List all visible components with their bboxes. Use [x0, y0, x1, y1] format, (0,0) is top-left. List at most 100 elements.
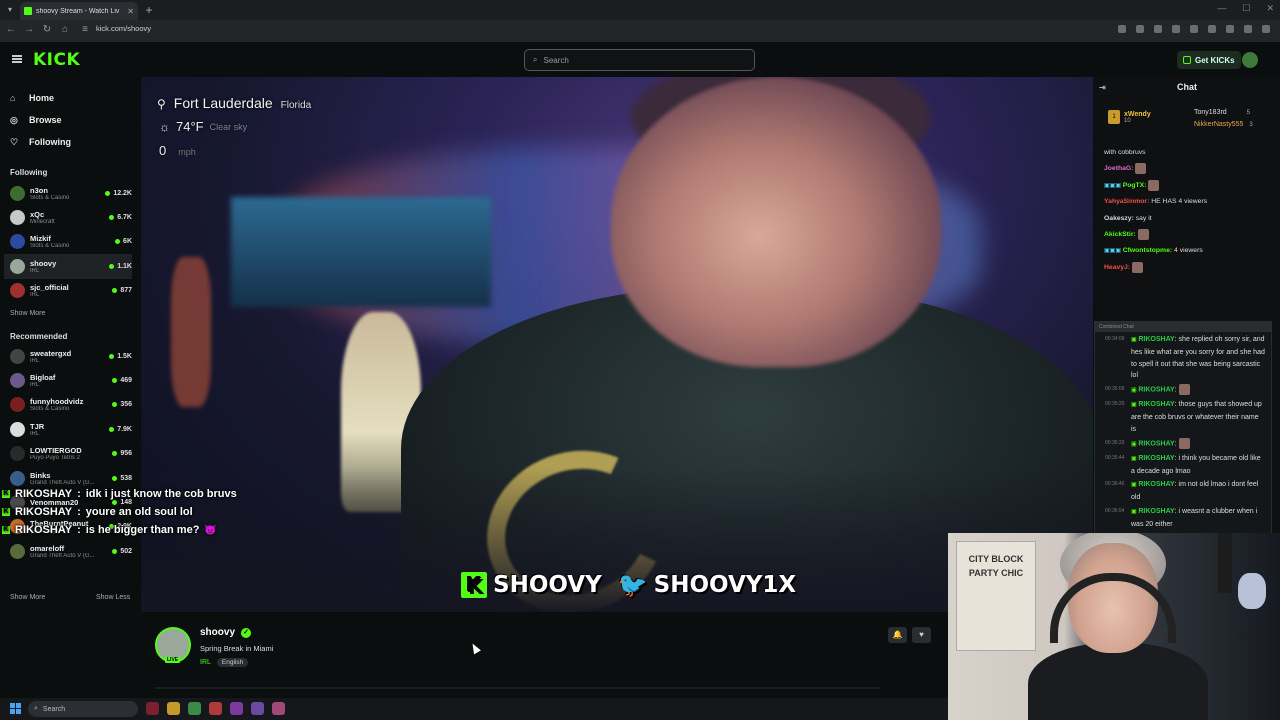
show-less-button[interactable]: Show Less [96, 594, 130, 601]
viewer-count-value: 502 [120, 547, 132, 555]
chat-username[interactable]: PogTX: [1123, 182, 1147, 189]
channel-item[interactable]: Bigloaf IRL 469 [10, 368, 132, 392]
channel-item[interactable]: LOWTIERGOD Puyo Puyo Tetris 2 956 [10, 442, 132, 466]
taskbar-search-label: Search [42, 705, 66, 713]
overlay-chat-user: RIKOSHAY [15, 488, 73, 500]
browser-tab-active[interactable]: shoovy Stream - Watch Liv ✕ [20, 2, 138, 20]
reload-icon[interactable]: ↻ [40, 24, 54, 35]
chat-username[interactable]: JoethaG: [1104, 165, 1133, 172]
zoom-icon[interactable] [1118, 25, 1126, 33]
file-explorer-icon[interactable] [167, 702, 180, 715]
close-tab-icon[interactable]: ✕ [127, 7, 134, 16]
extension-icon[interactable] [1190, 25, 1198, 33]
browser-menu-icon[interactable] [1262, 25, 1270, 33]
message-body: ▣ RIKOSHAY: [1131, 437, 1190, 451]
app-icon[interactable] [251, 702, 264, 715]
message-user[interactable]: RIKOSHAY [1138, 440, 1174, 447]
chat-username[interactable]: Cfwontstopme: [1123, 247, 1172, 254]
app-icon[interactable] [272, 702, 285, 715]
collapse-chat-icon[interactable]: ⇥ [1099, 83, 1106, 92]
close-window-icon[interactable]: ✕ [1266, 3, 1274, 14]
chat-username[interactable]: YahyaSinmor: [1104, 198, 1149, 205]
message-body: ▣ RIKOSHAY: [1131, 384, 1190, 397]
following-list: n3on Slots & Casino 12.2K xQc Minecraft 6.7K M… [4, 181, 132, 303]
chat-username[interactable]: HeavyJ: [1104, 264, 1130, 271]
nav-browse-label: Browse [29, 115, 62, 125]
windows-start-icon[interactable] [10, 703, 21, 714]
channel-category: Minecraft [30, 219, 55, 226]
app-icon[interactable] [230, 702, 243, 715]
taskbar: ⌕ Search [0, 698, 948, 720]
channel-item[interactable]: xQc Minecraft 6.7K [10, 205, 132, 229]
streamer-name[interactable]: shoovy [200, 627, 235, 638]
home-browser-icon[interactable]: ⌂ [58, 24, 72, 35]
channel-item[interactable]: sjc_official IRL 877 [10, 279, 132, 303]
avatar[interactable] [1242, 52, 1258, 68]
show-more-following-button[interactable]: Show More [10, 310, 45, 317]
show-more-recommended-button[interactable]: Show More [10, 594, 45, 601]
gifter-name[interactable]: NikkerNasty555 [1194, 121, 1243, 128]
message-user[interactable]: RIKOSHAY [1138, 481, 1174, 488]
stream-action-buttons: 🔔 ♥ [888, 627, 931, 643]
message-user[interactable]: RIKOSHAY [1138, 455, 1174, 462]
message-user[interactable]: RIKOSHAY [1138, 336, 1174, 343]
channel-item[interactable]: omareloff Grand Theft Auto V (G... 502 [10, 539, 132, 563]
puzzle-icon[interactable] [1244, 25, 1252, 33]
site-info-icon[interactable]: ≡ [78, 24, 92, 35]
channel-item[interactable]: shoovy IRL 1.1K [4, 254, 132, 279]
live-dot-icon [109, 263, 115, 269]
viewer-count: 6.7K [109, 214, 132, 221]
channel-info: omareloff Grand Theft Auto V (G... [30, 544, 112, 559]
chat-text: with cobbruvs [1104, 149, 1146, 156]
nav-following[interactable]: ♡ Following [10, 131, 71, 153]
channel-item[interactable]: funnyhoodvidz Slots & Casino 356 [10, 393, 132, 417]
stream-category[interactable]: IRL [200, 659, 211, 666]
gifter-count: 5 [1246, 110, 1250, 116]
chat-username[interactable]: Oakeszy: [1104, 215, 1134, 222]
message-separator: : [1174, 440, 1179, 448]
combined-chat-message: 00:35:06 ▣ RIKOSHAY: [1095, 384, 1271, 397]
chat-username[interactable]: AkickStir: [1104, 231, 1136, 238]
message-user[interactable]: RIKOSHAY [1138, 401, 1174, 408]
nav-browse[interactable]: ◎ Browse [10, 109, 71, 131]
message-timestamp: 00:34:09 [1105, 336, 1125, 342]
minimize-icon[interactable]: — [1217, 3, 1226, 14]
notification-bell-icon[interactable]: 🔔 [888, 627, 907, 643]
message-user[interactable]: RIKOSHAY [1138, 508, 1174, 515]
gifter-name[interactable]: Tony183rd [1194, 109, 1227, 116]
new-tab-icon[interactable]: + [142, 3, 156, 17]
extension-icon[interactable] [1226, 25, 1234, 33]
extension-icon[interactable] [1154, 25, 1162, 33]
top-gifter[interactable]: 1 xWendy 10 [1108, 110, 1151, 124]
opera-icon[interactable] [146, 702, 159, 715]
extension-icon[interactable] [1208, 25, 1216, 33]
app-icon[interactable] [209, 702, 222, 715]
channel-item[interactable]: Mizkif Slots & Casino 6K [10, 230, 132, 254]
stream-language-tag[interactable]: English [216, 658, 249, 667]
tab-menu-icon[interactable]: ▾ [4, 3, 16, 17]
extension-icon[interactable] [1172, 25, 1180, 33]
back-icon[interactable]: ← [4, 24, 18, 35]
emote-icon [1178, 384, 1190, 396]
bookmark-star-icon[interactable] [1136, 25, 1144, 33]
maximize-icon[interactable]: ☐ [1242, 3, 1250, 14]
twitter-handle-text: SHOOVY1X [653, 572, 797, 598]
message-body: ▣ RIKOSHAY: i weasnt a clubber when i wa… [1131, 506, 1265, 531]
get-kicks-button[interactable]: Get KICKs [1177, 51, 1241, 69]
chrome-icon[interactable] [188, 702, 201, 715]
search-input[interactable]: ⌕ Search [524, 49, 755, 71]
follow-heart-icon[interactable]: ♥ [912, 627, 931, 643]
hamburger-menu-icon[interactable] [12, 55, 22, 63]
kick-logo[interactable]: KICK [33, 50, 80, 70]
forward-icon[interactable]: → [22, 24, 36, 35]
message-user[interactable]: RIKOSHAY [1138, 387, 1174, 394]
channel-item[interactable]: n3on Slots & Casino 12.2K [10, 181, 132, 205]
channel-item[interactable]: sweatergxd IRL 1.5K [10, 344, 132, 368]
nav-home[interactable]: ⌂ Home [10, 87, 71, 109]
webcam-body [1028, 643, 1208, 720]
url-field[interactable]: kick.com/shoovy [96, 24, 151, 33]
channel-item[interactable]: TJR IRL 7.9K [10, 417, 132, 441]
twitter-bird-icon: 🐦 [617, 571, 648, 599]
kick-badge-icon: K [2, 526, 10, 534]
taskbar-search[interactable]: ⌕ Search [28, 701, 138, 717]
